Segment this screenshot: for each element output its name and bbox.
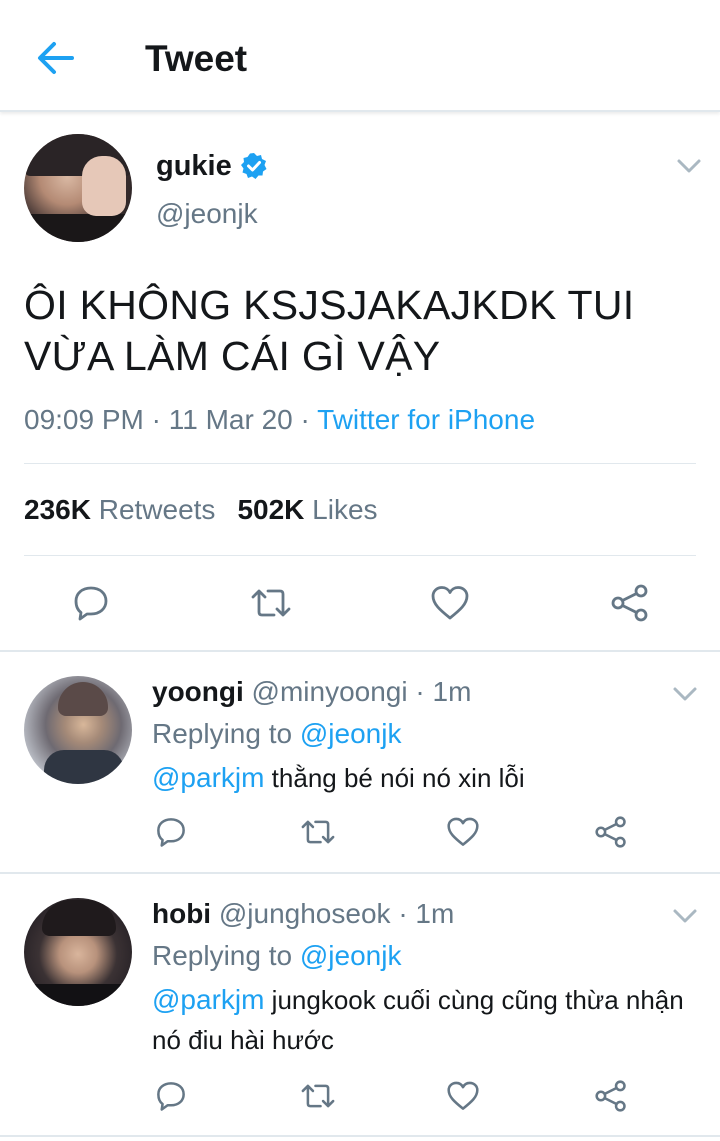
likes-stat[interactable]: 502K Likes [237,494,377,525]
share-button[interactable] [594,1080,628,1112]
retweets-stat[interactable]: 236K Retweets [24,494,215,525]
tweet-meta: 09:09 PM · 11 Mar 20 · Twitter for iPhon… [24,404,535,436]
tweet-stats: 236K Retweets 502K Likes [24,494,378,526]
reply-author-handle[interactable]: @junghoseok [219,898,391,929]
reply-text: @parkjm thằng bé nói nó xin lỗi [152,758,712,798]
tweet-date: 11 Mar 20 [168,404,293,435]
share-button[interactable] [610,584,650,622]
reply-age: 1m [432,676,472,707]
reply-age: 1m [415,898,455,929]
reply-button[interactable] [155,1080,187,1112]
like-icon [431,586,469,620]
chevron-down-icon[interactable] [672,908,698,924]
meta-separator: · [415,676,425,707]
reply-body: thằng bé nói nó xin lỗi [271,763,525,793]
meta-separator: · [151,404,161,435]
replying-to-mention[interactable]: @jeonjk [300,718,402,749]
like-icon [447,1081,479,1110]
retweet-icon [301,820,335,844]
retweet-icon [301,1084,335,1108]
reply-button[interactable] [155,816,187,848]
replying-to-mention[interactable]: @jeonjk [300,940,402,971]
replying-label: Replying to [152,718,293,749]
like-button[interactable] [446,1080,480,1112]
share-button[interactable] [594,816,628,848]
replying-to: Replying to @jeonjk [152,718,401,750]
arrow-left-icon [38,42,74,74]
replying-label: Replying to [152,940,293,971]
mention-link[interactable]: @parkjm [152,762,264,793]
reply-icon [157,818,185,847]
share-icon [595,816,626,848]
reply-author-handle[interactable]: @minyoongi [252,676,408,707]
reply-tweet[interactable]: hobi @junghoseok · 1m Replying to @jeonj… [0,874,720,1137]
reply-author-name[interactable]: yoongi [152,676,244,707]
tweet-source-link[interactable]: Twitter for iPhone [317,404,535,435]
retweet-button[interactable] [250,584,292,622]
tweet-time: 09:09 PM [24,404,144,435]
likes-count: 502K [237,494,305,525]
reply-icon [74,586,108,621]
page-title: Tweet [145,38,248,79]
retweets-label: Retweets [98,494,216,525]
author-handle[interactable]: @jeonjk [156,198,258,230]
tweet-text: ÔI KHÔNG KSJSJAKAJKDK TUI VỪA LÀM CÁI GÌ… [24,282,635,379]
share-icon [611,584,648,622]
share-icon [595,1080,626,1112]
reply-icon [157,1082,185,1111]
back-button[interactable] [36,38,76,78]
avatar[interactable] [24,134,132,242]
retweet-button[interactable] [300,1080,336,1112]
chevron-down-icon[interactable] [672,686,698,702]
divider [24,463,696,464]
reply-tweet[interactable]: yoongi @minyoongi · 1m Replying to @jeon… [0,652,720,874]
reply-header: yoongi @minyoongi · 1m [152,676,471,708]
chevron-down-icon[interactable] [676,158,702,174]
retweet-icon [251,589,291,617]
reply-header: hobi @junghoseok · 1m [152,898,454,930]
main-tweet: gukie @jeonjk ÔI KHÔNG KSJSJAKAJKDK TUI … [0,114,720,652]
avatar[interactable] [24,676,132,784]
reply-author-name[interactable]: hobi [152,898,211,929]
meta-separator: · [300,404,310,435]
avatar[interactable] [24,898,132,1006]
author-name[interactable]: gukie [156,150,232,183]
likes-label: Likes [312,494,378,525]
top-bar: Tweet [0,0,720,112]
verified-badge-icon [241,153,267,179]
replying-to: Replying to @jeonjk [152,940,401,972]
like-button[interactable] [430,584,470,622]
divider [24,555,696,556]
meta-separator: · [398,898,408,929]
reply-text: @parkjm jungkook cuối cùng cũng thừa nhậ… [152,980,712,1060]
reply-button[interactable] [72,584,110,622]
like-icon [447,817,479,846]
retweets-count: 236K [24,494,91,525]
like-button[interactable] [446,816,480,848]
retweet-button[interactable] [300,816,336,848]
mention-link[interactable]: @parkjm [152,984,264,1015]
